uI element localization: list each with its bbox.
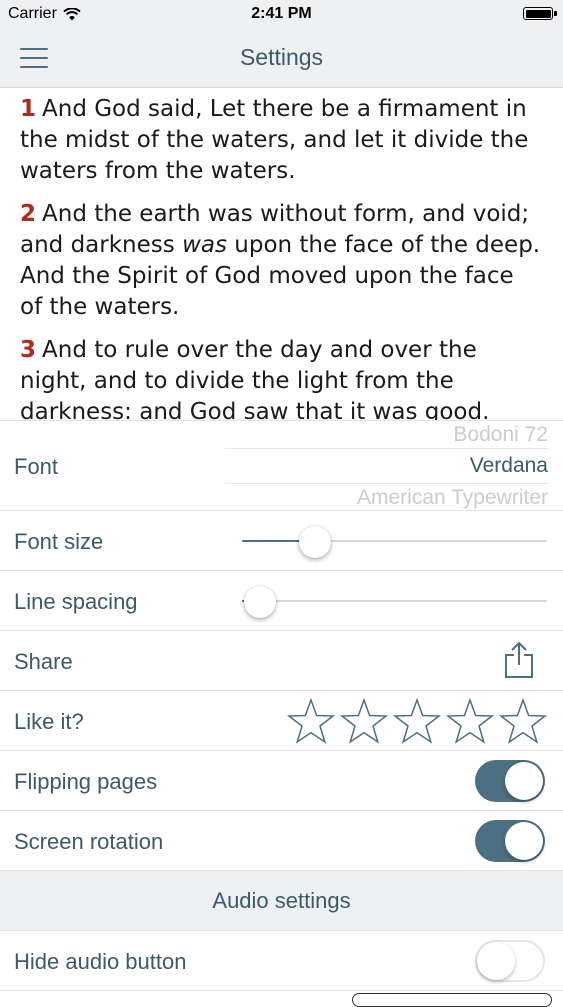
verse-text: And God said, Let there be a firmament i… [20, 96, 529, 184]
verse-text: And to rule over the day and over the ni… [20, 337, 490, 420]
flipping-pages-label: Flipping pages [14, 769, 158, 794]
hide-audio-label: Hide audio button [14, 949, 187, 974]
audio-settings-header: Audio settings [0, 871, 563, 931]
line-spacing-label: Line spacing [14, 589, 138, 614]
star-icon[interactable] [444, 698, 496, 744]
partial-control[interactable] [352, 993, 552, 1007]
nav-bar: Settings [0, 28, 563, 88]
flipping-pages-toggle[interactable] [475, 760, 545, 802]
line-spacing-row: Line spacing [0, 571, 563, 631]
hide-audio-row: Hide audio button [0, 931, 563, 991]
font-option[interactable]: American Typewriter [357, 486, 548, 510]
font-option[interactable]: Bodoni 72 [453, 423, 548, 447]
star-icon[interactable] [497, 698, 549, 744]
font-size-row: Font size [0, 511, 563, 571]
status-time: 2:41 PM [251, 5, 312, 22]
screen-rotation-toggle[interactable] [475, 820, 545, 862]
page-title: Settings [239, 44, 324, 70]
screen-rotation-row: Screen rotation [0, 811, 563, 871]
screen-rotation-label: Screen rotation [14, 829, 164, 854]
line-spacing-slider[interactable] [242, 586, 547, 618]
verse-text-italic: was [182, 232, 227, 258]
like-row: Like it? [0, 691, 563, 751]
verse: 3 And to rule over the day and over the n… [20, 335, 543, 420]
verse-number: 1 [20, 96, 37, 122]
font-row: Font Bodoni 72 Verdana American Typewrit… [0, 421, 563, 511]
verse-number: 2 [20, 201, 37, 227]
font-size-slider[interactable] [242, 526, 547, 558]
status-bar: Carrier 2:41 PM [0, 0, 563, 28]
slider-thumb[interactable] [299, 526, 332, 558]
verse: 1 And God said, Let there be a firmament … [20, 94, 543, 187]
hide-audio-toggle[interactable] [475, 940, 545, 982]
star-icon[interactable] [338, 698, 390, 744]
flipping-pages-row: Flipping pages [0, 751, 563, 811]
reading-preview: 1 And God said, Let there be a firmament … [0, 88, 563, 420]
battery-icon [523, 7, 557, 20]
font-picker[interactable]: Bodoni 72 Verdana American Typewriter [225, 421, 548, 511]
share-label: Share [14, 649, 73, 674]
font-option-selected[interactable]: Verdana [470, 454, 548, 478]
font-size-label: Font size [14, 529, 104, 554]
star-icon[interactable] [285, 698, 337, 744]
rating-stars[interactable] [285, 698, 549, 744]
share-row[interactable]: Share [0, 631, 563, 691]
verse: 2 And the earth was without form, and voi… [20, 199, 543, 323]
slider-thumb[interactable] [244, 586, 277, 618]
like-label: Like it? [14, 709, 84, 734]
settings-panel: Font Bodoni 72 Verdana American Typewrit… [0, 420, 563, 1000]
share-icon[interactable] [503, 641, 535, 679]
font-label: Font [14, 454, 59, 479]
verse-number: 3 [20, 337, 37, 363]
star-icon[interactable] [391, 698, 443, 744]
